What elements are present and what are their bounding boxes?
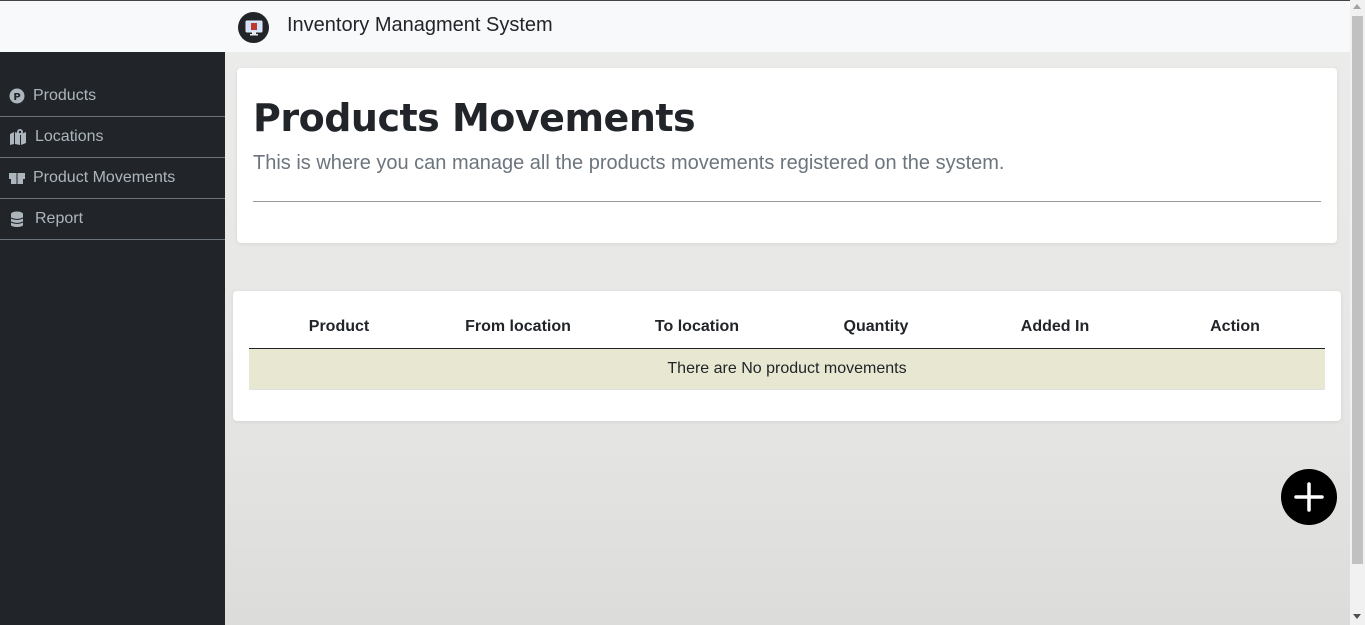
table-row: There are No product movements (249, 348, 1325, 390)
page-description: This is where you can manage all the pro… (253, 152, 1005, 174)
sidebar-nav: P Products Locations Product Movements R… (0, 76, 225, 240)
top-navbar: Inventory Managment System (0, 0, 1350, 52)
sidebar-item-product-movements[interactable]: Product Movements (0, 158, 225, 199)
sidebar-item-label: Products (33, 87, 97, 104)
scroll-down-arrow-icon[interactable] (1353, 614, 1361, 619)
column-header-from-location: From location (429, 307, 607, 349)
sidebar: P Products Locations Product Movements R… (0, 52, 225, 625)
svg-text:P: P (13, 92, 20, 103)
page-title: Products Movements (253, 96, 696, 140)
sidebar-item-report[interactable]: Report (0, 199, 225, 240)
sidebar-item-label: Locations (35, 128, 104, 145)
database-icon (8, 211, 26, 227)
sidebar-item-products[interactable]: P Products (0, 76, 225, 117)
movements-table: Product From location To location Quanti… (249, 307, 1325, 390)
scrollbar-thumb[interactable] (1352, 16, 1363, 564)
column-header-added-in: Added In (965, 307, 1145, 349)
scroll-up-arrow-icon[interactable] (1353, 4, 1361, 9)
sidebar-item-locations[interactable]: Locations (0, 117, 225, 158)
plus-icon (1294, 482, 1324, 512)
product-p-icon: P (8, 88, 26, 104)
sidebar-item-label: Product Movements (33, 169, 176, 186)
column-header-to-location: To location (607, 307, 787, 349)
map-location-icon (9, 129, 27, 145)
page-header-card: Products Movements This is where you can… (237, 68, 1337, 243)
vertical-scrollbar[interactable] (1350, 0, 1365, 625)
column-header-quantity: Quantity (787, 307, 965, 349)
truck-movement-icon (8, 170, 26, 186)
movements-table-card: Product From location To location Quanti… (233, 291, 1341, 421)
table-header-row: Product From location To location Quanti… (249, 307, 1325, 349)
column-header-action: Action (1145, 307, 1325, 349)
monitor-icon[interactable] (238, 12, 269, 43)
column-header-product: Product (249, 307, 429, 349)
app-title[interactable]: Inventory Managment System (287, 14, 553, 37)
empty-table-message: There are No product movements (249, 348, 1325, 390)
divider (253, 201, 1321, 202)
sidebar-item-label: Report (35, 210, 84, 227)
add-movement-button[interactable] (1281, 469, 1337, 525)
main-content: Products Movements This is where you can… (225, 52, 1350, 625)
